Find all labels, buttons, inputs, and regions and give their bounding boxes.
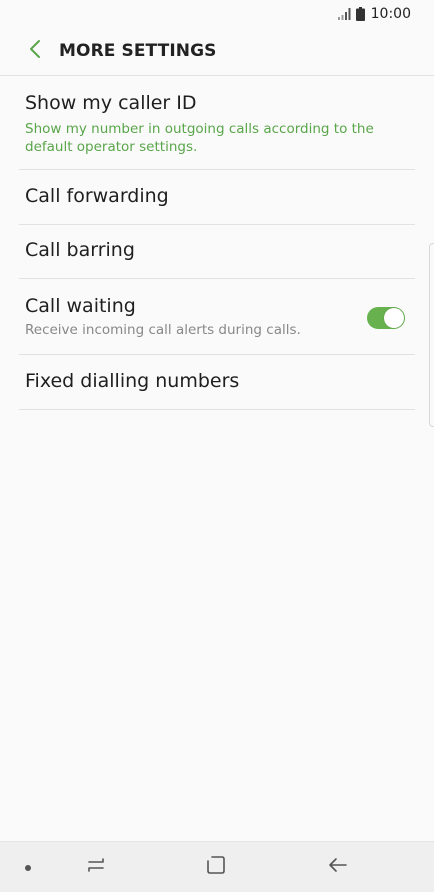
back-button[interactable] <box>14 31 56 71</box>
back-nav-button[interactable] <box>318 842 358 892</box>
recent-apps-button[interactable] <box>76 842 116 892</box>
home-icon <box>206 855 226 880</box>
setting-call-barring[interactable]: Call barring <box>19 225 415 279</box>
battery-icon <box>355 7 365 21</box>
status-bar: 10:00 <box>0 0 434 28</box>
setting-summary: Show my number in outgoing calls accordi… <box>25 121 374 155</box>
status-time: 10:00 <box>370 6 411 22</box>
toggle-knob <box>384 308 404 328</box>
setting-title: Fixed dialling numbers <box>25 370 240 392</box>
chevron-left-icon <box>28 39 42 64</box>
setting-title: Call forwarding <box>25 185 169 207</box>
setting-summary: Receive incoming call alerts during call… <box>25 322 301 338</box>
signal-icon <box>337 8 352 20</box>
setting-show-caller-id[interactable]: Show my caller ID Show my number in outg… <box>19 76 415 170</box>
setting-call-waiting[interactable]: Call waiting Receive incoming call alert… <box>19 279 415 355</box>
setting-title: Show my caller ID <box>25 92 197 114</box>
setting-title: Call barring <box>25 239 135 261</box>
app-bar: MORE SETTINGS <box>0 28 434 74</box>
navigation-bar <box>0 841 434 892</box>
page-title: MORE SETTINGS <box>59 41 217 61</box>
recent-apps-icon <box>86 856 106 879</box>
setting-fixed-dialling-numbers[interactable]: Fixed dialling numbers <box>19 355 415 410</box>
edge-panel-handle[interactable] <box>429 243 434 427</box>
dot-icon <box>25 858 31 876</box>
nav-dot-button[interactable] <box>18 842 38 892</box>
home-button[interactable] <box>196 842 236 892</box>
setting-call-forwarding[interactable]: Call forwarding <box>19 170 415 225</box>
setting-title: Call waiting <box>25 295 136 317</box>
call-waiting-toggle[interactable] <box>367 307 405 329</box>
settings-list: Show my caller ID Show my number in outg… <box>19 76 415 410</box>
back-arrow-icon <box>328 856 348 879</box>
